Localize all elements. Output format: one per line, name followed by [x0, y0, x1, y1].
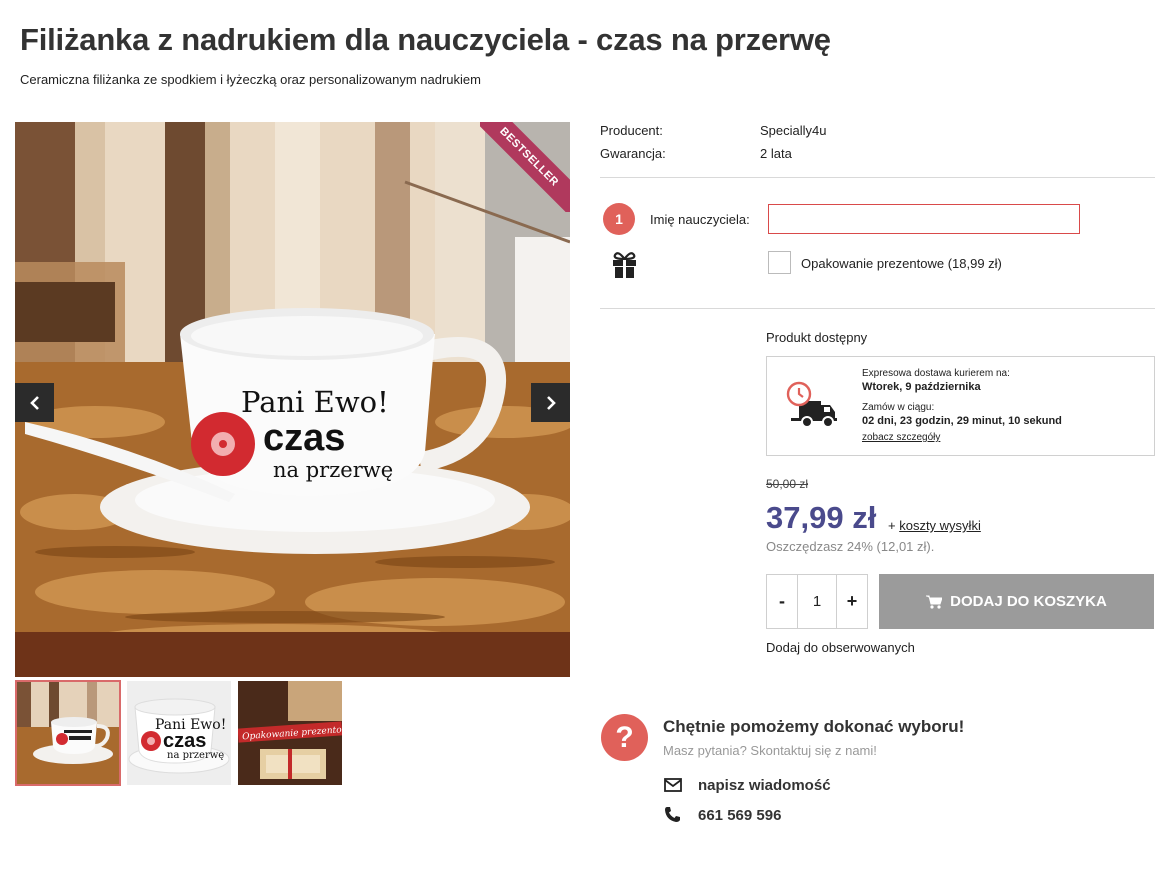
- availability-status: Produkt dostępny: [766, 330, 868, 345]
- thumbnail-2[interactable]: Pani Ewo! czas na przerwę: [126, 680, 232, 786]
- chevron-right-icon: [546, 395, 556, 410]
- bestseller-ribbon: BESTSELLER: [480, 122, 570, 212]
- savings-text: Oszczędzasz 24% (12,01 zł).: [766, 539, 935, 554]
- gift-icon: [613, 252, 636, 278]
- add-to-cart-button[interactable]: DODAJ DO KOSZYKA: [879, 574, 1154, 629]
- old-price: 50,00 zł: [766, 477, 809, 491]
- add-to-cart-label: DODAJ DO KOSZYKA: [950, 593, 1107, 610]
- prev-image-button[interactable]: [15, 383, 54, 422]
- thumbnail-1-image: [17, 682, 119, 784]
- shipping-prefix: +: [888, 518, 900, 533]
- help-title: Chętnie pomożemy dokonać wyboru!: [663, 717, 965, 736]
- question-icon: ?: [601, 714, 648, 761]
- next-image-button[interactable]: [531, 383, 570, 422]
- spec-label-producer: Producent:: [600, 123, 663, 138]
- svg-text:czas: czas: [163, 730, 206, 752]
- product-main-image[interactable]: Pani Ewo! czas na przerwę BESTSELLER: [15, 122, 570, 677]
- add-to-watchlist-link[interactable]: Dodaj do obserwowanych: [766, 640, 915, 655]
- order-within-text: Zamów w ciągu:: [862, 402, 935, 413]
- spec-value-producer: Specially4u: [760, 123, 827, 138]
- quantity-stepper: - 1 +: [766, 574, 868, 629]
- envelope-icon: [664, 778, 682, 792]
- decrease-quantity-button[interactable]: -: [767, 575, 797, 628]
- delivery-info-box: Expresowa dostawa kurierem na: Wtorek, 9…: [766, 356, 1155, 456]
- thumbnail-1[interactable]: [15, 680, 121, 786]
- teacher-name-label: Imię nauczyciela:: [650, 212, 750, 227]
- phone-icon: [665, 807, 680, 822]
- gift-wrap-label[interactable]: Opakowanie prezentowe (18,99 zł): [801, 256, 1002, 271]
- product-title: Filiżanka z nadrukiem dla nauczyciela - …: [20, 22, 831, 57]
- thumbnail-3-image: Opakowanie prezentowe: [238, 681, 342, 785]
- cup-print-line2: czas: [263, 417, 345, 459]
- current-price: 37,99 zł: [766, 500, 877, 535]
- product-subtitle: Ceramiczna filiżanka ze spodkiem i łyżec…: [20, 72, 481, 87]
- teacher-name-input[interactable]: [768, 204, 1080, 234]
- bestseller-label: BESTSELLER: [480, 122, 570, 212]
- divider: [600, 308, 1155, 309]
- gift-wrap-checkbox[interactable]: [768, 251, 791, 274]
- thumbnail-3[interactable]: Opakowanie prezentowe: [237, 680, 343, 786]
- delivery-date: Wtorek, 9 października: [862, 381, 981, 393]
- svg-text:na przerwę: na przerwę: [167, 750, 224, 761]
- shipping-costs: + koszty wysyłki: [888, 518, 981, 533]
- delivery-countdown: 02 dni, 23 godzin, 29 minut, 10 sekund: [862, 415, 1062, 427]
- spec-value-warranty: 2 lata: [760, 146, 792, 161]
- thumbnail-strip: Pani Ewo! czas na przerwę Opakowanie pre…: [15, 680, 343, 786]
- cup-print-line3: na przerwę: [273, 458, 393, 482]
- divider: [600, 177, 1155, 178]
- delivery-details-link[interactable]: zobacz szczegóły: [862, 432, 940, 443]
- quantity-value[interactable]: 1: [797, 575, 837, 628]
- step-number-badge: 1: [603, 203, 635, 235]
- help-subtitle: Masz pytania? Skontaktuj się z nami!: [663, 743, 877, 758]
- cart-icon: [926, 595, 943, 609]
- chevron-left-icon: [29, 395, 39, 410]
- thumbnail-2-image: Pani Ewo! czas na przerwę: [127, 681, 231, 785]
- cup-print-line1: Pani Ewo!: [241, 385, 389, 419]
- delivery-express-text: Expresowa dostawa kurierem na:: [862, 368, 1010, 379]
- shipping-costs-link[interactable]: koszty wysyłki: [899, 518, 981, 533]
- contact-message-link[interactable]: napisz wiadomość: [698, 777, 831, 794]
- contact-phone[interactable]: 661 569 596: [698, 807, 781, 824]
- increase-quantity-button[interactable]: +: [837, 575, 867, 628]
- delivery-truck-icon: [786, 381, 837, 428]
- spec-label-warranty: Gwarancja:: [600, 146, 666, 161]
